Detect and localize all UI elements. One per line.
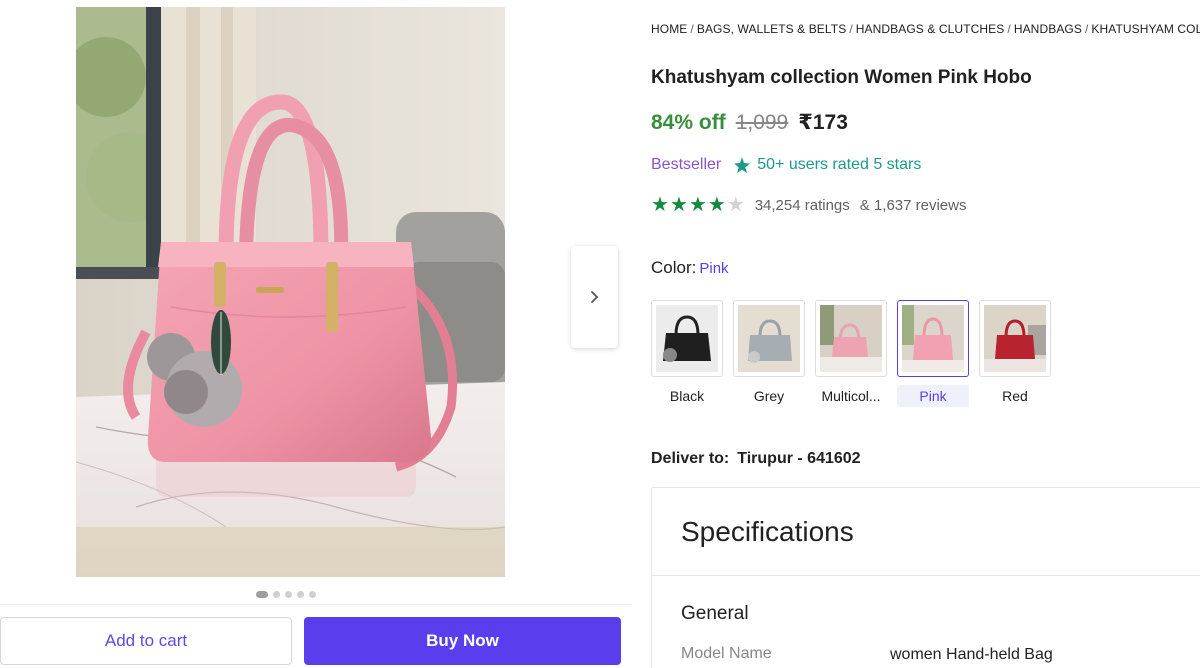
multicolor-bag-thumbnail [820, 305, 882, 372]
original-price: 1,099 [735, 111, 789, 134]
breadcrumb-separator: / [1084, 22, 1089, 36]
delivery-pincode[interactable]: Tirupur - 641602 [737, 450, 860, 467]
buy-now-button[interactable]: Buy Now [304, 617, 621, 665]
breadcrumb-separator: / [849, 22, 853, 36]
product-details: HOME / BAGS, WALLETS & BELTS / HANDBAGS & CL… [651, 0, 1200, 668]
black-bag-thumbnail [656, 305, 718, 372]
pagination-dot[interactable] [309, 591, 316, 598]
selling-price: ₹173 [798, 111, 848, 134]
color-thumbnail [979, 300, 1051, 377]
color-option-grey[interactable]: Grey [733, 300, 805, 407]
product-main-image[interactable] [76, 7, 505, 577]
ratings-count: 34,254 ratings [754, 196, 850, 214]
top-rated-badge: 50+ users rated 5 stars [733, 156, 921, 174]
product-gallery: Add to cart Buy Now [0, 0, 640, 668]
discount-percent: 84% off [651, 111, 726, 134]
color-thumbnail [815, 300, 887, 377]
breadcrumb-separator: / [690, 22, 694, 36]
spec-group-title: General [681, 603, 749, 624]
next-image-button[interactable] [571, 246, 618, 348]
product-title: Khatushyam collection Women Pink Hobo [651, 67, 1032, 88]
color-option-label: Pink [897, 385, 969, 407]
color-selector-label: Color: Pink [651, 258, 729, 278]
image-pagination-dots [256, 591, 316, 598]
red-bag-thumbnail [984, 305, 1046, 372]
star-filled-icon: ★ [688, 194, 707, 216]
breadcrumb-handbags-clutches[interactable]: HANDBAGS & CLUTCHES [856, 22, 1005, 36]
color-option-label: Multicol... [821, 388, 881, 404]
delivery-location: Deliver to: Tirupur - 641602 [651, 450, 861, 468]
star-filled-icon: ★ [707, 194, 726, 216]
color-option-black[interactable]: Black [651, 300, 723, 407]
specifications-title: Specifications [681, 515, 854, 547]
breadcrumb-brand[interactable]: KHATUSHYAM COLLECTION HANDBAGS [1091, 22, 1200, 36]
specifications-header[interactable]: Specifications [652, 488, 1200, 576]
price-row: 84% off 1,099 ₹173 [651, 110, 848, 135]
add-to-cart-button[interactable]: Add to cart [0, 617, 292, 665]
deliver-to-label: Deliver to: [651, 450, 730, 467]
rating-summary[interactable]: ★ ★ ★ ★ ★ 34,254 ratings & 1,637 reviews [651, 195, 967, 215]
breadcrumb: HOME / BAGS, WALLETS & BELTS / HANDBAGS & CL… [651, 22, 1200, 36]
pagination-dot[interactable] [297, 591, 304, 598]
pink-bag-thumbnail [902, 305, 964, 372]
top-rated-text: 50+ users rated 5 stars [757, 156, 922, 173]
star-filled-icon: ★ [669, 194, 688, 216]
pagination-dot[interactable] [273, 591, 280, 598]
spec-value: women Hand-held Bag [890, 646, 1053, 663]
breadcrumb-home[interactable]: HOME [651, 22, 687, 36]
chevron-right-icon [590, 291, 598, 303]
spec-key: Model Name [681, 645, 772, 662]
specifications-card: Specifications General Model Name women … [651, 487, 1200, 668]
purchase-action-bar: Add to cart Buy Now [0, 604, 632, 668]
color-thumbnail [897, 300, 969, 377]
pagination-dot[interactable] [256, 591, 268, 598]
color-option-multicolor[interactable]: Multicol... [815, 300, 887, 407]
color-label-text: Color: [651, 258, 697, 277]
breadcrumb-handbags[interactable]: HANDBAGS [1014, 22, 1082, 36]
bestseller-badge: Bestseller [651, 156, 722, 173]
color-thumbnail [651, 300, 723, 377]
breadcrumb-bags[interactable]: BAGS, WALLETS & BELTS [697, 22, 846, 36]
color-swatches: Black Grey Multicol... Pink Red [651, 300, 1051, 407]
star-filled-icon: ★ [651, 194, 669, 216]
color-option-label: Red [1002, 388, 1028, 404]
sparkle-star-icon [734, 157, 751, 173]
color-option-red[interactable]: Red [979, 300, 1051, 407]
reviews-count: & 1,637 reviews [859, 196, 967, 214]
selected-color: Pink [699, 260, 729, 277]
star-empty-icon: ★ [726, 194, 745, 216]
color-option-label: Black [669, 388, 705, 404]
grey-bag-thumbnail [738, 305, 800, 372]
breadcrumb-separator: / [1007, 22, 1011, 36]
color-option-pink[interactable]: Pink [897, 300, 969, 407]
color-option-label: Grey [753, 388, 785, 404]
color-thumbnail [733, 300, 805, 377]
pink-handbag-photo [76, 7, 505, 577]
pagination-dot[interactable] [285, 591, 292, 598]
badge-row: Bestseller 50+ users rated 5 stars [651, 156, 921, 174]
star-rating: ★ ★ ★ ★ ★ [651, 195, 745, 215]
